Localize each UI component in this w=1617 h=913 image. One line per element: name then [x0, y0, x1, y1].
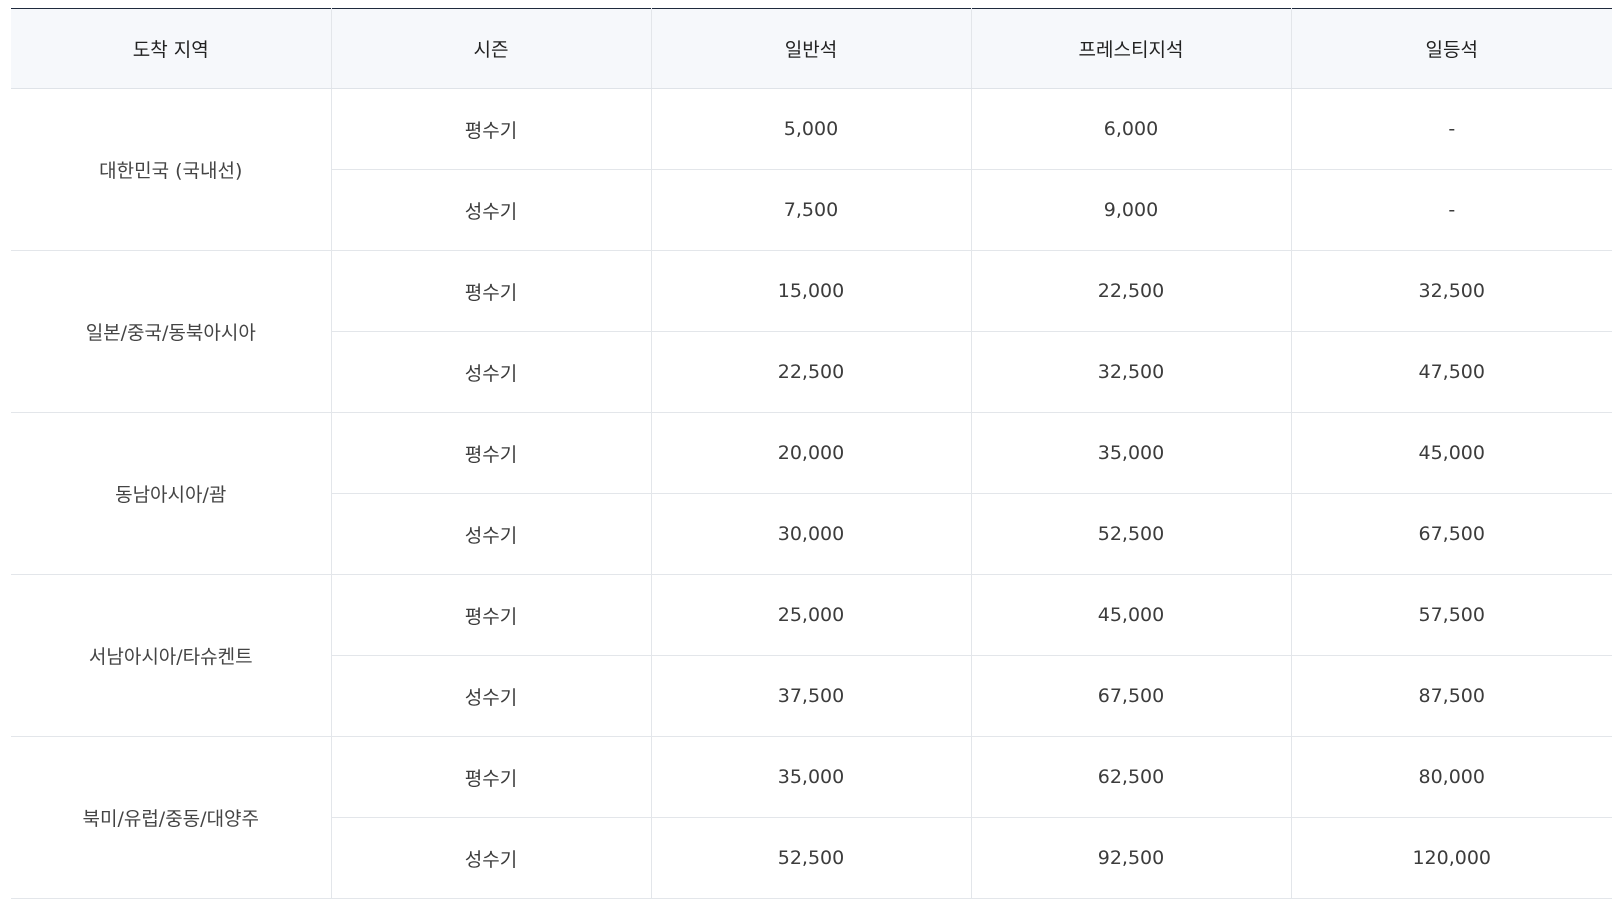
prestige-cell: 45,000: [970, 574, 1291, 656]
region-cell: 일본/중국/동북아시아: [11, 250, 331, 413]
season-cell: 평수기: [330, 250, 651, 332]
prestige-cell: 35,000: [970, 412, 1291, 494]
season-cell: 성수기: [330, 817, 651, 899]
prestige-cell: 6,000: [970, 88, 1291, 170]
header-row: 도착 지역 시즌 일반석 프레스티지석 일등석: [11, 8, 1612, 89]
prestige-cell: 67,500: [970, 655, 1291, 737]
prestige-cell: 62,500: [970, 736, 1291, 818]
season-cell: 성수기: [330, 169, 651, 251]
season-cell: 성수기: [330, 331, 651, 413]
economy-cell: 37,500: [650, 655, 971, 737]
header-region: 도착 지역: [11, 8, 331, 89]
table-row: 대한민국 (국내선) 평수기 5,000 6,000 -: [11, 88, 1612, 251]
region-cell: 대한민국 (국내선): [11, 88, 331, 251]
table-row: 서남아시아/타슈켄트 평수기 25,000 45,000 57,500: [11, 574, 1612, 737]
economy-cell: 35,000: [650, 736, 971, 818]
mileage-table-container: 도착 지역 시즌 일반석 프레스티지석 일등석 대한민국 (국내선) 평수기 5…: [11, 8, 1612, 899]
region-cell: 서남아시아/타슈켄트: [11, 574, 331, 737]
header-economy: 일반석: [650, 8, 971, 89]
first-cell: 80,000: [1290, 736, 1612, 818]
prestige-cell: 92,500: [970, 817, 1291, 899]
economy-cell: 20,000: [650, 412, 971, 494]
header-season: 시즌: [330, 8, 651, 89]
first-cell: 67,500: [1290, 493, 1612, 575]
economy-cell: 25,000: [650, 574, 971, 656]
first-cell: 32,500: [1290, 250, 1612, 332]
table-row: 북미/유럽/중동/대양주 평수기 35,000 62,500 80,000: [11, 736, 1612, 899]
economy-cell: 15,000: [650, 250, 971, 332]
region-cell: 동남아시아/괌: [11, 412, 331, 575]
first-cell: 47,500: [1290, 331, 1612, 413]
mileage-deduction-table: 도착 지역 시즌 일반석 프레스티지석 일등석 대한민국 (국내선) 평수기 5…: [11, 8, 1612, 899]
season-cell: 평수기: [330, 574, 651, 656]
prestige-cell: 9,000: [970, 169, 1291, 251]
economy-cell: 22,500: [650, 331, 971, 413]
season-cell: 평수기: [330, 412, 651, 494]
header-prestige: 프레스티지석: [970, 8, 1291, 89]
prestige-cell: 22,500: [970, 250, 1291, 332]
prestige-cell: 32,500: [970, 331, 1291, 413]
economy-cell: 7,500: [650, 169, 971, 251]
first-cell: -: [1290, 88, 1612, 170]
first-cell: 87,500: [1290, 655, 1612, 737]
first-cell: -: [1290, 169, 1612, 251]
table-row: 동남아시아/괌 평수기 20,000 35,000 45,000: [11, 412, 1612, 575]
header-first: 일등석: [1290, 8, 1612, 89]
season-cell: 평수기: [330, 88, 651, 170]
first-cell: 57,500: [1290, 574, 1612, 656]
season-cell: 성수기: [330, 655, 651, 737]
first-cell: 45,000: [1290, 412, 1612, 494]
season-cell: 평수기: [330, 736, 651, 818]
economy-cell: 30,000: [650, 493, 971, 575]
table-header: 도착 지역 시즌 일반석 프레스티지석 일등석: [11, 8, 1612, 89]
economy-cell: 5,000: [650, 88, 971, 170]
table-body: 대한민국 (국내선) 평수기 5,000 6,000 - 성수기 7,500 9…: [11, 88, 1612, 899]
prestige-cell: 52,500: [970, 493, 1291, 575]
economy-cell: 52,500: [650, 817, 971, 899]
table-row: 일본/중국/동북아시아 평수기 15,000 22,500 32,500: [11, 250, 1612, 413]
season-cell: 성수기: [330, 493, 651, 575]
first-cell: 120,000: [1290, 817, 1612, 899]
region-cell: 북미/유럽/중동/대양주: [11, 736, 331, 899]
